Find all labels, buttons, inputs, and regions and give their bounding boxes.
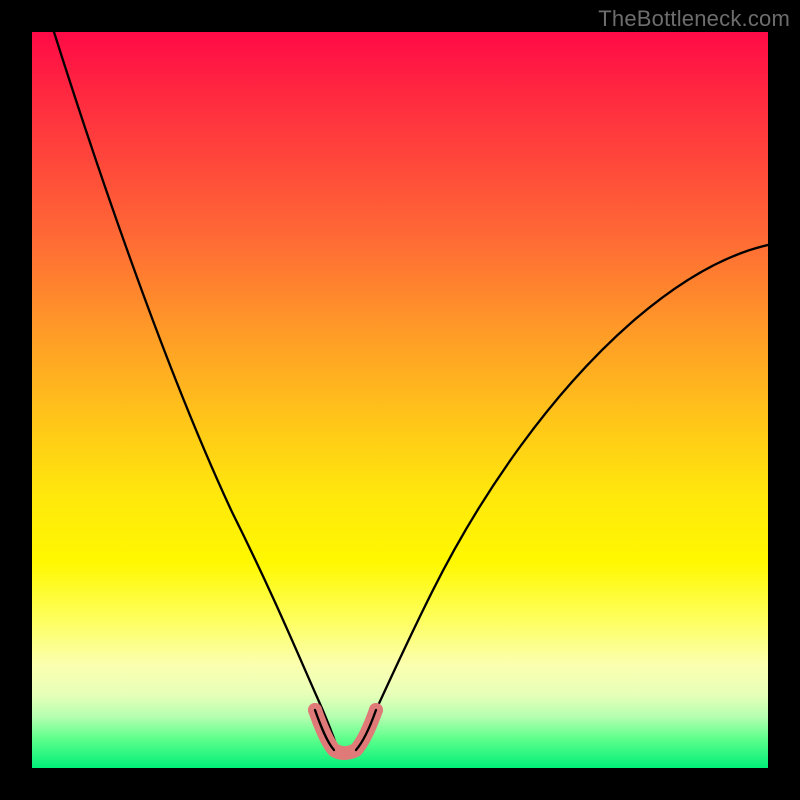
watermark-text: TheBottleneck.com xyxy=(598,6,790,32)
chart-plot-area xyxy=(32,32,768,768)
left-curve-line xyxy=(54,32,338,750)
chart-frame: TheBottleneck.com xyxy=(0,0,800,800)
right-curve-line xyxy=(356,245,768,750)
chart-curves-svg xyxy=(32,32,768,768)
